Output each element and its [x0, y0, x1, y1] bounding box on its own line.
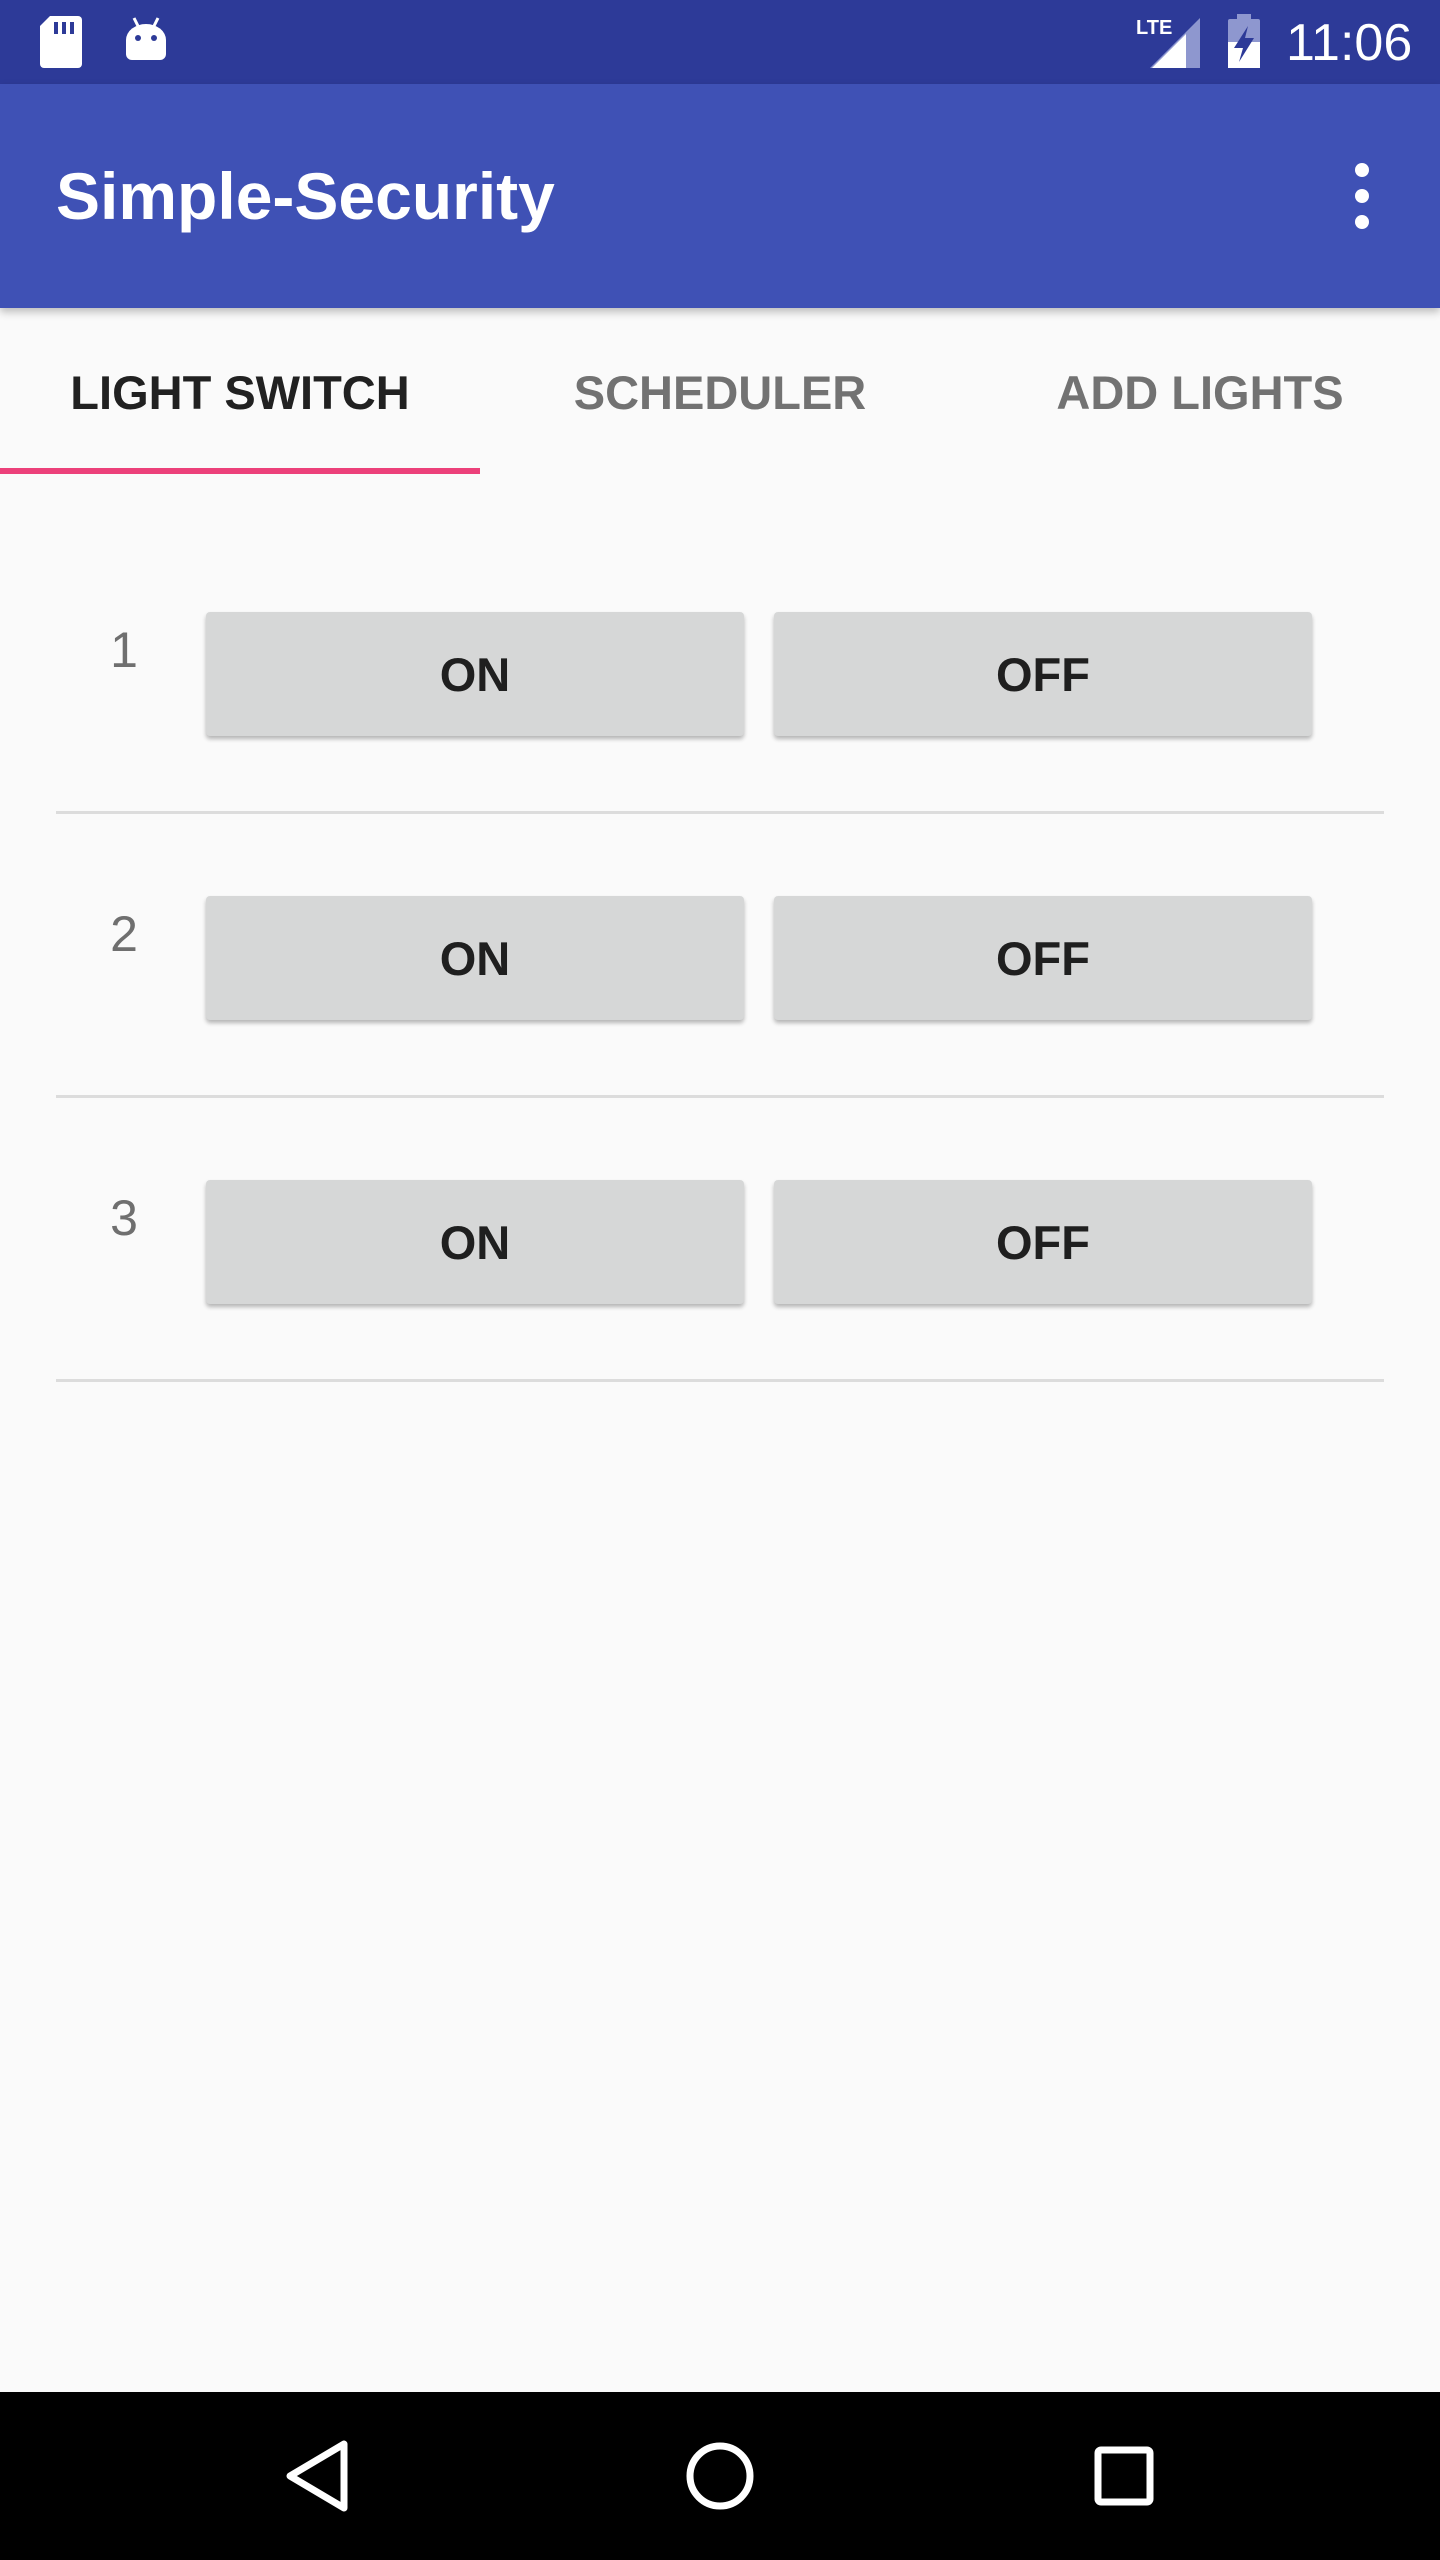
sd-card-icon — [40, 16, 82, 73]
tab-light-switch[interactable]: LIGHT SWITCH — [0, 308, 480, 478]
light-number: 3 — [110, 1190, 138, 1246]
home-icon[interactable] — [670, 2426, 770, 2526]
tab-bar: LIGHT SWITCH SCHEDULER ADD LIGHTS — [0, 308, 1440, 478]
light-row-2: 2 ON OFF — [0, 792, 1440, 1076]
navigation-bar — [0, 2392, 1440, 2560]
light-row-3: 3 ON OFF — [0, 1076, 1440, 1360]
light-number: 1 — [110, 622, 138, 678]
light-3-on-button[interactable]: ON — [206, 1180, 744, 1304]
light-row-1: 1 ON OFF — [0, 508, 1440, 792]
status-time: 11:06 — [1286, 14, 1413, 72]
light-2-off-button[interactable]: OFF — [774, 896, 1312, 1020]
android-icon — [124, 16, 168, 67]
battery-charging-icon — [1226, 14, 1262, 73]
light-1-off-button[interactable]: OFF — [774, 612, 1312, 736]
tab-scheduler[interactable]: SCHEDULER — [480, 308, 960, 478]
row-divider — [56, 1379, 1384, 1382]
tab-add-lights[interactable]: ADD LIGHTS — [960, 308, 1440, 478]
back-icon[interactable] — [268, 2426, 368, 2526]
app-bar: Simple-Security — [0, 84, 1440, 308]
light-3-off-button[interactable]: OFF — [774, 1180, 1312, 1304]
app-title: Simple-Security — [56, 159, 555, 233]
light-number: 2 — [110, 906, 138, 962]
light-2-on-button[interactable]: ON — [206, 896, 744, 1020]
tab-indicator — [0, 468, 480, 474]
more-vert-icon[interactable] — [1330, 156, 1394, 236]
recents-icon[interactable] — [1074, 2426, 1174, 2526]
lte-signal-icon: LTE — [1136, 14, 1200, 73]
lte-label: LTE — [1136, 17, 1172, 39]
status-bar: LTE 11:06 — [0, 0, 1440, 84]
light-1-on-button[interactable]: ON — [206, 612, 744, 736]
